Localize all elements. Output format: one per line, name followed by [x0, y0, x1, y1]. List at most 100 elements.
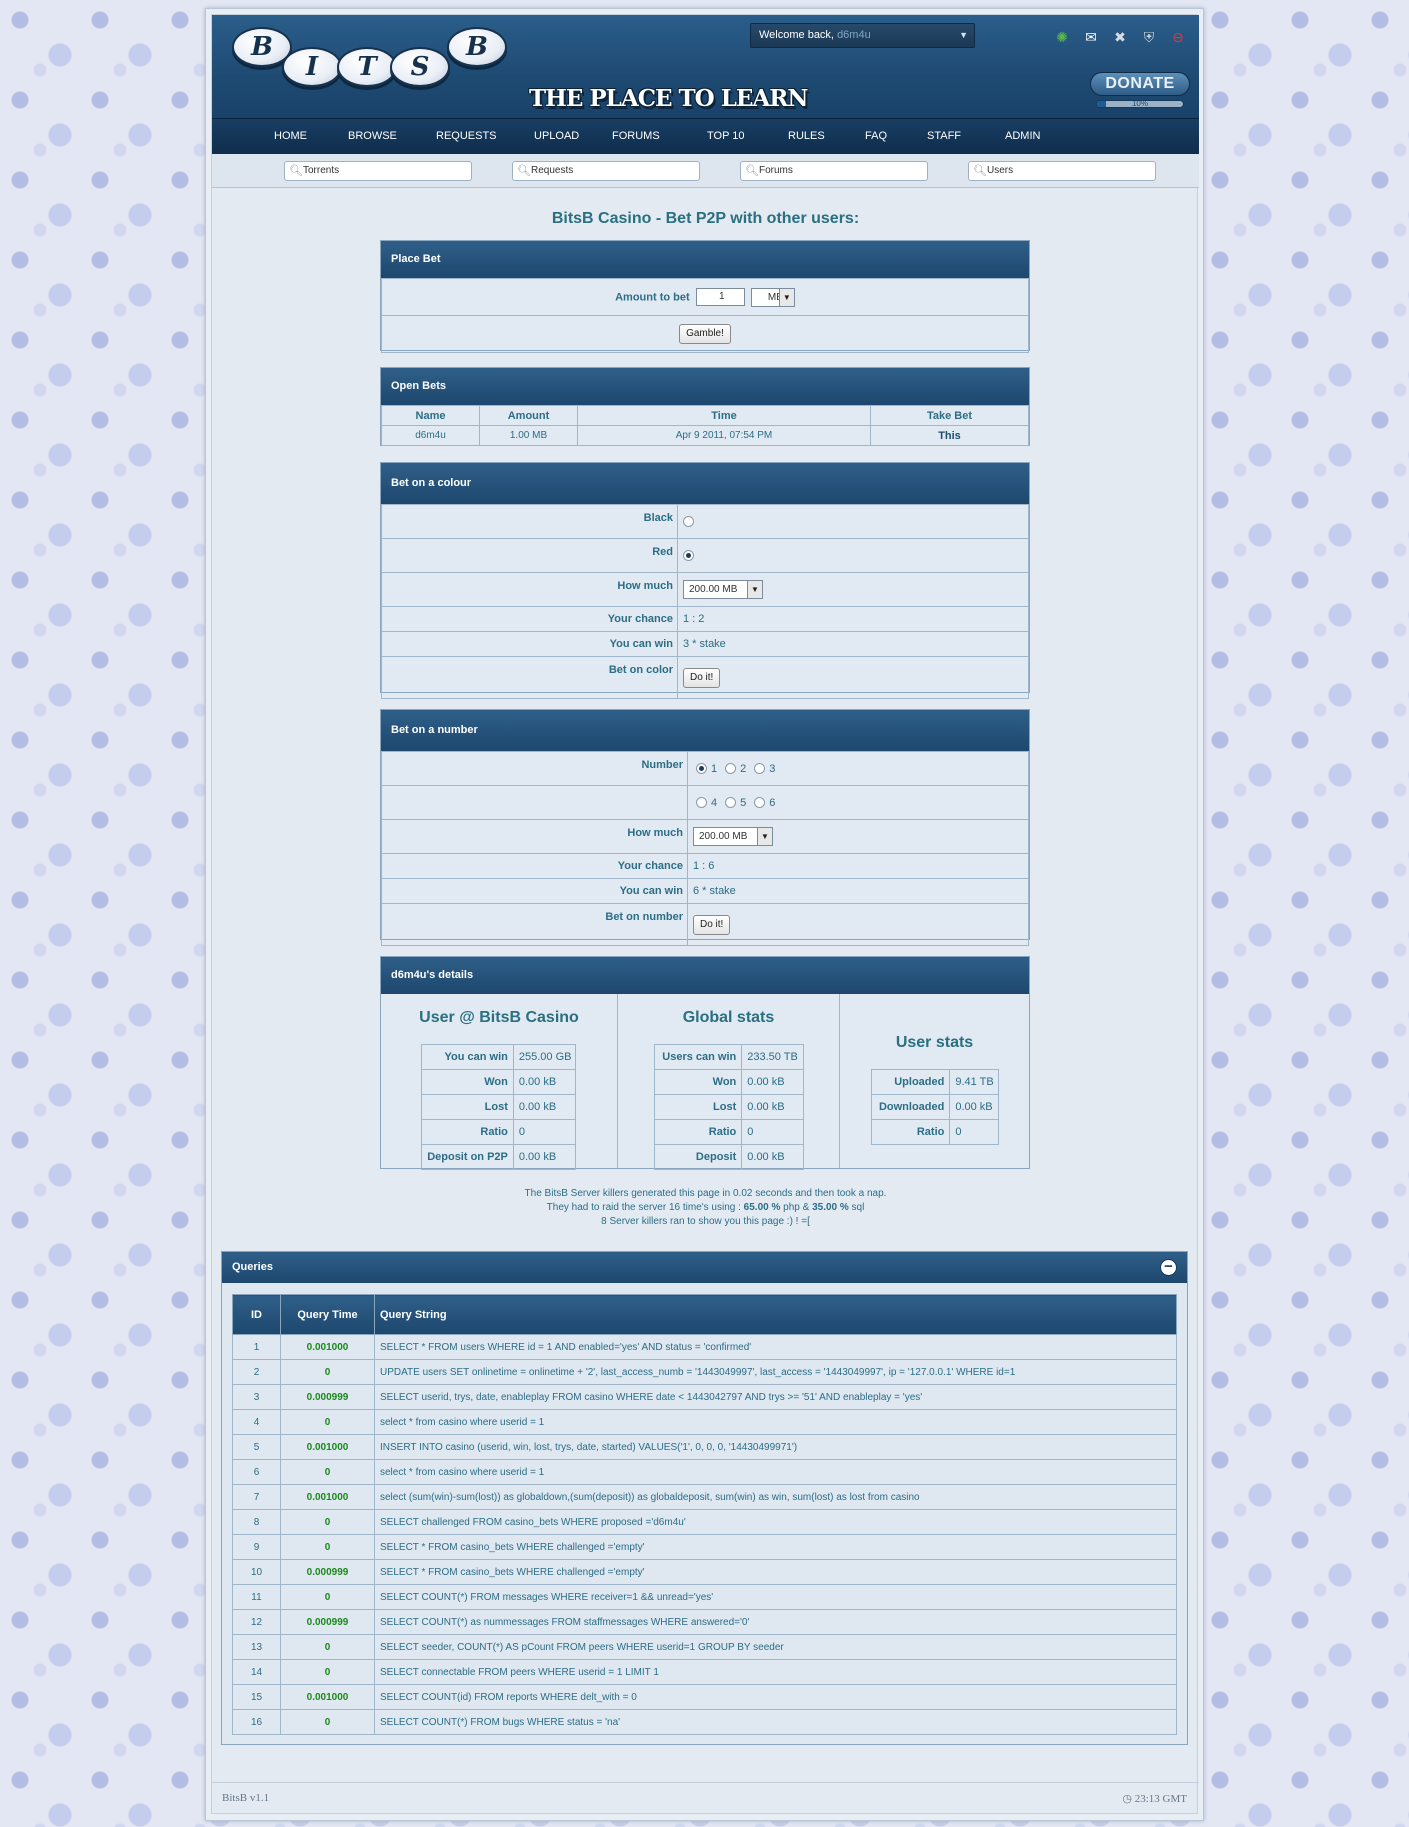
search-requests-input[interactable]: 🔍︎ Requests — [512, 161, 700, 181]
stat-row: Lost 0.00 kB — [653, 1094, 804, 1120]
number-5-label: 5 — [740, 796, 747, 809]
red-radio[interactable] — [683, 550, 694, 562]
donate-progress-text: 10% — [1131, 100, 1148, 108]
server-time: ◷ 23:13 GMT — [1122, 1793, 1187, 1805]
chevron-down-icon: ▼ — [959, 30, 968, 40]
stat-row: Deposit 0.00 kB — [653, 1144, 804, 1170]
query-string: SELECT COUNT(*) FROM messages WHERE rece… — [374, 1584, 1177, 1610]
take-bet-link[interactable]: This — [870, 425, 1029, 446]
query-time: 0.001000 — [280, 1484, 375, 1510]
queries-col-header: Query Time — [280, 1294, 375, 1335]
amount-input[interactable]: 1 — [695, 288, 745, 306]
open-bet-cell: d6m4u — [381, 425, 480, 446]
search-users-input[interactable]: 🔍︎ Users — [968, 161, 1156, 181]
query-row: 6 0 select * from casino where userid = 1 — [232, 1459, 1177, 1485]
black-radio[interactable] — [683, 516, 694, 528]
nav-staff[interactable]: STAFF — [927, 119, 961, 154]
collapse-icon[interactable]: − — [1160, 1259, 1177, 1276]
number-1-radio[interactable] — [696, 763, 707, 775]
stat-label: Ratio — [653, 1119, 743, 1145]
bet-on-color-label: Bet on color — [381, 656, 678, 699]
stat-label: Won — [421, 1069, 514, 1095]
query-time: 0 — [280, 1509, 375, 1535]
stat-value: 0 — [741, 1119, 804, 1145]
mail-icon[interactable]: ✉ — [1081, 27, 1101, 47]
search-placeholder: Forums — [759, 165, 793, 176]
query-time: 0 — [280, 1459, 375, 1485]
queries-col-header: Query String — [374, 1294, 1177, 1335]
stat-label: Ratio — [421, 1119, 514, 1145]
open-bet-row: d6m4u 1.00 MB Apr 9 2011, 07:54 PM This — [381, 425, 1029, 446]
nav-forums[interactable]: FORUMS — [612, 119, 660, 154]
stat-row: Users can win 233.50 TB — [653, 1044, 804, 1070]
number-win-label: You can win — [381, 878, 688, 904]
nav-faq[interactable]: FAQ — [865, 119, 887, 154]
colour-how-much-label: How much — [381, 572, 678, 607]
unit-select[interactable]: MB ▼ — [750, 287, 795, 307]
bug-icon[interactable]: ✺ — [1052, 27, 1072, 47]
query-row: 10 0.000999 SELECT * FROM casino_bets WHER… — [232, 1559, 1177, 1585]
query-id: 15 — [232, 1684, 281, 1710]
nav-admin[interactable]: ADMIN — [1005, 119, 1040, 154]
query-row: 3 0.000999 SELECT userid, trys, date, enab… — [232, 1384, 1177, 1410]
logout-icon[interactable]: ⊖ — [1168, 27, 1188, 47]
chevron-down-icon: ▼ — [757, 828, 772, 845]
username-link[interactable]: d6m4u — [837, 29, 871, 41]
user-stats-table: Uploaded 9.41 TB Downloaded 0.00 kB Ratio 0 — [870, 1069, 999, 1145]
search-forums-input[interactable]: 🔍︎ Forums — [740, 161, 928, 181]
query-row: 13 0 SELECT seeder, COUNT(*) AS pCount FRO… — [232, 1634, 1177, 1660]
stat-value: 255.00 GB — [512, 1044, 577, 1070]
nav-top-10[interactable]: TOP 10 — [707, 119, 745, 154]
query-row: 2 0 UPDATE users SET onlinetime = onlineti… — [232, 1359, 1177, 1385]
queries-table: ID Query Time Query String 1 0.001000 SELECT … — [232, 1294, 1177, 1735]
number-amount-value: 200.00 MB — [699, 831, 748, 842]
query-row: 4 0 select * from casino where userid = 1 — [232, 1409, 1177, 1435]
stat-value: 0.00 kB — [512, 1069, 577, 1095]
query-string: select * from casino where userid = 1 — [374, 1409, 1177, 1435]
user-casino-title: User @ BitsB Casino — [419, 1009, 579, 1026]
bet-number-button[interactable]: Do it! — [693, 914, 731, 935]
search-torrents-input[interactable]: 🔍︎ Torrents — [284, 161, 472, 181]
shield-icon[interactable]: ⛨ — [1139, 27, 1159, 47]
nav-browse[interactable]: BROWSE — [348, 119, 397, 154]
stat-value: 0.00 kB — [512, 1144, 577, 1170]
open-bets-table: Name Amount Time Take Bet d6m4u 1.00 MB Apr 9 … — [381, 405, 1029, 446]
bet-color-button[interactable]: Do it! — [683, 667, 721, 688]
donate-button[interactable]: DONATE — [1090, 72, 1190, 96]
query-id: 9 — [232, 1534, 281, 1560]
version-text: BitsB v1.1 — [222, 1792, 270, 1804]
global-stats-table: Users can win 233.50 TB Won 0.00 kB Lost 0.00… — [653, 1044, 804, 1170]
number-3-radio[interactable] — [754, 763, 766, 775]
nav-home[interactable]: HOME — [274, 119, 307, 154]
number-3-label: 3 — [769, 762, 776, 775]
gamble-button[interactable]: Gamble! — [679, 324, 731, 344]
search-placeholder: Users — [987, 165, 1014, 176]
colour-bet-panel: Bet on a colour Black Red How much 200.00… — [380, 462, 1030, 699]
query-row: 12 0.000999 SELECT COUNT(*) as nummessages… — [232, 1609, 1177, 1635]
nav-rules[interactable]: RULES — [788, 119, 825, 154]
stat-label: You can win — [421, 1044, 514, 1070]
nav-upload[interactable]: UPLOAD — [534, 119, 579, 154]
number-4-radio[interactable] — [696, 797, 707, 809]
search-placeholder: Requests — [531, 165, 574, 176]
number-5-radio[interactable] — [725, 797, 737, 809]
query-time: 0 — [280, 1409, 375, 1435]
query-string: SELECT COUNT(id) FROM reports WHERE delt… — [374, 1684, 1177, 1710]
welcome-dropdown[interactable]: Welcome back, d6m4u ▼ — [750, 23, 975, 48]
global-stats-title: Global stats — [682, 1009, 775, 1026]
query-time: 0.001000 — [280, 1334, 375, 1360]
tools-icon[interactable]: ✖ — [1110, 27, 1130, 47]
number-amount-select[interactable]: 200.00 MB ▼ — [693, 827, 773, 846]
bet-on-number-label: Bet on number — [381, 903, 688, 946]
user-details-header: d6m4u's details — [381, 957, 1029, 994]
query-time: 0 — [280, 1584, 375, 1610]
query-row: 5 0.001000 INSERT INTO casino (userid, win… — [232, 1434, 1177, 1460]
site-header: BITSB THE PLACE TO LEARN Welcome back, d… — [212, 15, 1199, 118]
stat-value: 0.00 kB — [512, 1094, 577, 1120]
number-6-radio[interactable] — [754, 797, 766, 809]
donate-progress-bar: 10% — [1096, 100, 1184, 108]
number-2-radio[interactable] — [725, 763, 737, 775]
nav-requests[interactable]: REQUESTS — [436, 119, 497, 154]
colour-amount-select[interactable]: 200.00 MB ▼ — [683, 580, 763, 599]
search-placeholder: Torrents — [303, 165, 340, 176]
